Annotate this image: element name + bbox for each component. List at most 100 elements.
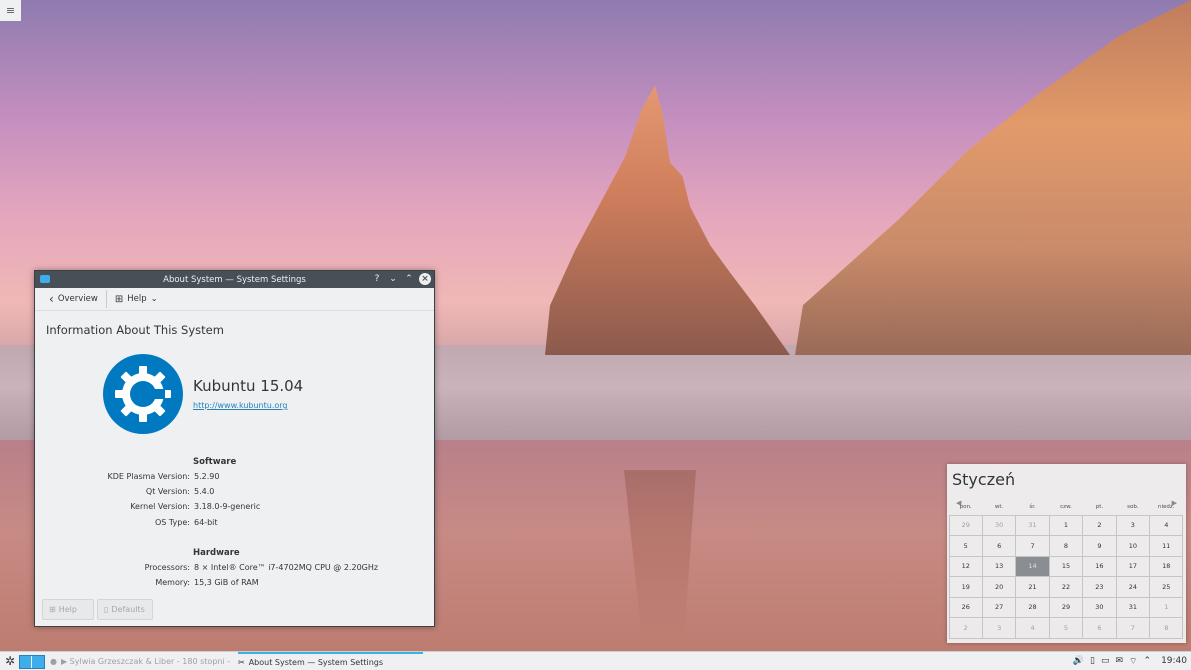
calendar-day[interactable]: 11 (1149, 535, 1184, 557)
calendar-day[interactable]: 25 (1149, 576, 1184, 598)
volume-icon[interactable]: 🔊 (1073, 656, 1084, 666)
minimize-icon[interactable]: ⌄ (387, 273, 399, 285)
clipboard-icon[interactable]: ▯ (1090, 656, 1095, 666)
calendar-day[interactable]: 4 (1015, 617, 1050, 639)
toolbar-separator (105, 290, 107, 308)
calendar-day[interactable]: 1 (1048, 514, 1084, 536)
calendar-day[interactable]: 26 (948, 596, 983, 618)
window-titlebar[interactable]: About System — System Settings ? ⌄ ⌃ × (35, 271, 434, 288)
menu-icon: ≡ (5, 4, 16, 17)
window-controls: ? ⌄ ⌃ × (371, 273, 431, 285)
weekday-label: czw. (1060, 504, 1072, 510)
calendar-day[interactable]: 27 (981, 596, 1017, 618)
info-value: 3.18.0-9-generic (194, 502, 261, 511)
maximize-icon[interactable]: ⌃ (403, 273, 415, 285)
calendar-day[interactable]: 13 (981, 555, 1017, 577)
calendar-day[interactable]: 5 (948, 535, 983, 557)
calendar-day[interactable]: 23 (1082, 576, 1117, 598)
calendar-day[interactable]: 3 (1115, 514, 1151, 536)
calendar-day[interactable]: 1 (1149, 596, 1184, 618)
calendar-day[interactable]: 17 (1115, 555, 1151, 577)
info-label: OS Type: (155, 518, 190, 527)
calendar-day[interactable]: 15 (1048, 555, 1084, 577)
notifications-icon[interactable]: ✉ (1116, 656, 1124, 666)
weekday-label: niedz. (1158, 504, 1175, 510)
calendar-day[interactable]: 28 (1015, 596, 1050, 618)
info-label: Qt Version: (145, 487, 190, 496)
calendar-day[interactable]: 2 (1082, 514, 1117, 536)
defaults-button-label: Defaults (111, 605, 145, 614)
help-button[interactable]: ⊞ Help (42, 599, 94, 620)
calendar-day[interactable]: 20 (981, 576, 1017, 598)
info-value: 15,3 GiB of RAM (194, 578, 259, 587)
calendar-day[interactable]: 31 (1015, 514, 1050, 536)
calendar-day[interactable]: 22 (1048, 576, 1084, 598)
calendar-day[interactable]: 7 (1115, 617, 1151, 639)
application-launcher-icon[interactable]: ✲ (3, 654, 17, 668)
calendar-day[interactable]: 12 (948, 555, 983, 577)
defaults-button[interactable]: ▯ Defaults (97, 599, 153, 620)
help-book-icon: ⊞ (114, 293, 124, 305)
calendar-day[interactable]: 8 (1048, 535, 1084, 557)
calendar-day[interactable]: 2 (948, 617, 983, 639)
calendar-day[interactable]: 21 (1015, 576, 1050, 598)
task-label: About System — System Settings (248, 657, 384, 667)
calendar-day[interactable]: 6 (981, 535, 1017, 557)
calendar-day[interactable]: 10 (1115, 535, 1151, 557)
taskbar-task-system-settings[interactable]: ✂ About System — System Settings (238, 652, 423, 670)
software-heading: Software (193, 457, 237, 467)
battery-icon[interactable]: ▭ (1101, 656, 1110, 666)
weekday-label: wt. (994, 504, 1004, 510)
calendar-day[interactable]: 9 (1082, 535, 1117, 557)
network-wifi-icon[interactable]: ⌔ (1129, 656, 1137, 667)
weekday-label: śr. (1029, 504, 1036, 510)
page-title: Information About This System (46, 323, 224, 337)
overview-label: Overview (57, 294, 98, 304)
calendar-day[interactable]: 7 (1015, 535, 1050, 557)
info-value: 5.2.90 (194, 472, 220, 481)
taskbar-task-media[interactable]: ● ▶ Sylwia Grzeszczak & Liber - 180 stop… (50, 652, 230, 670)
tray-expand-icon[interactable]: ⌃ (1144, 656, 1152, 666)
system-tray: 🔊 ▯ ▭ ✉ ⌔ ⌃ 19:40 (1073, 652, 1187, 670)
calendar-day-grid: 29 30 31 1 2 3 4 5 6 7 8 9 10 11 12 13 1… (948, 514, 1184, 639)
calendar-day[interactable]: 5 (1048, 617, 1084, 639)
window-toolbar: ‹ Overview ⊞ Help ⌄ (35, 288, 434, 311)
back-arrow-icon: ‹ (49, 292, 54, 306)
help-menu-button[interactable]: ⊞ Help ⌄ (109, 289, 164, 309)
calendar-day[interactable]: 4 (1149, 514, 1184, 536)
calendar-day[interactable]: 18 (1149, 555, 1184, 577)
calendar-weekday-header: pon. wt. śr. czw. pt. sob. niedz. (949, 504, 1183, 510)
calendar-day[interactable]: 29 (948, 514, 983, 536)
info-value: 8 × Intel® Core™ i7-4702MQ CPU @ 2.20GHz (194, 563, 379, 572)
document-icon: ▯ (104, 605, 109, 614)
system-settings-icon[interactable] (40, 275, 50, 283)
hardware-heading: Hardware (193, 548, 240, 558)
virtual-desktop-pager[interactable] (19, 655, 45, 669)
calendar-day[interactable]: 8 (1149, 617, 1184, 639)
calendar-day[interactable]: 30 (981, 514, 1017, 536)
overview-button[interactable]: ‹ Overview (43, 289, 104, 309)
calendar-day[interactable]: 3 (981, 617, 1017, 639)
calendar-day-today[interactable]: 14 (1015, 555, 1050, 577)
digital-clock[interactable]: 19:40 (1161, 656, 1187, 666)
info-label: Memory: (155, 578, 190, 587)
weekday-label: sob. (1127, 504, 1139, 510)
calendar-day[interactable]: 16 (1082, 555, 1117, 577)
distro-url-link[interactable]: http://www.kubuntu.org (193, 401, 288, 410)
help-icon[interactable]: ? (371, 273, 383, 285)
taskbar: ✲ ● ▶ Sylwia Grzeszczak & Liber - 180 st… (0, 651, 1191, 670)
desktop-menu-button[interactable]: ≡ (0, 0, 21, 21)
help-menu-label: Help (127, 294, 147, 304)
calendar-day[interactable]: 29 (1048, 596, 1084, 618)
calendar-day[interactable]: 31 (1115, 596, 1151, 618)
calendar-day[interactable]: 24 (1115, 576, 1151, 598)
calendar-day[interactable]: 30 (1082, 596, 1117, 618)
weekday-label: pt. (1095, 504, 1104, 510)
calendar-day[interactable]: 6 (1082, 617, 1117, 639)
calendar-day[interactable]: 19 (948, 576, 983, 598)
close-icon[interactable]: × (419, 273, 431, 285)
chevron-down-icon: ⌄ (150, 294, 158, 304)
window-title: About System — System Settings (163, 274, 306, 285)
system-settings-window: About System — System Settings ? ⌄ ⌃ × ‹… (34, 270, 435, 627)
distro-name: Kubuntu 15.04 (193, 377, 304, 395)
